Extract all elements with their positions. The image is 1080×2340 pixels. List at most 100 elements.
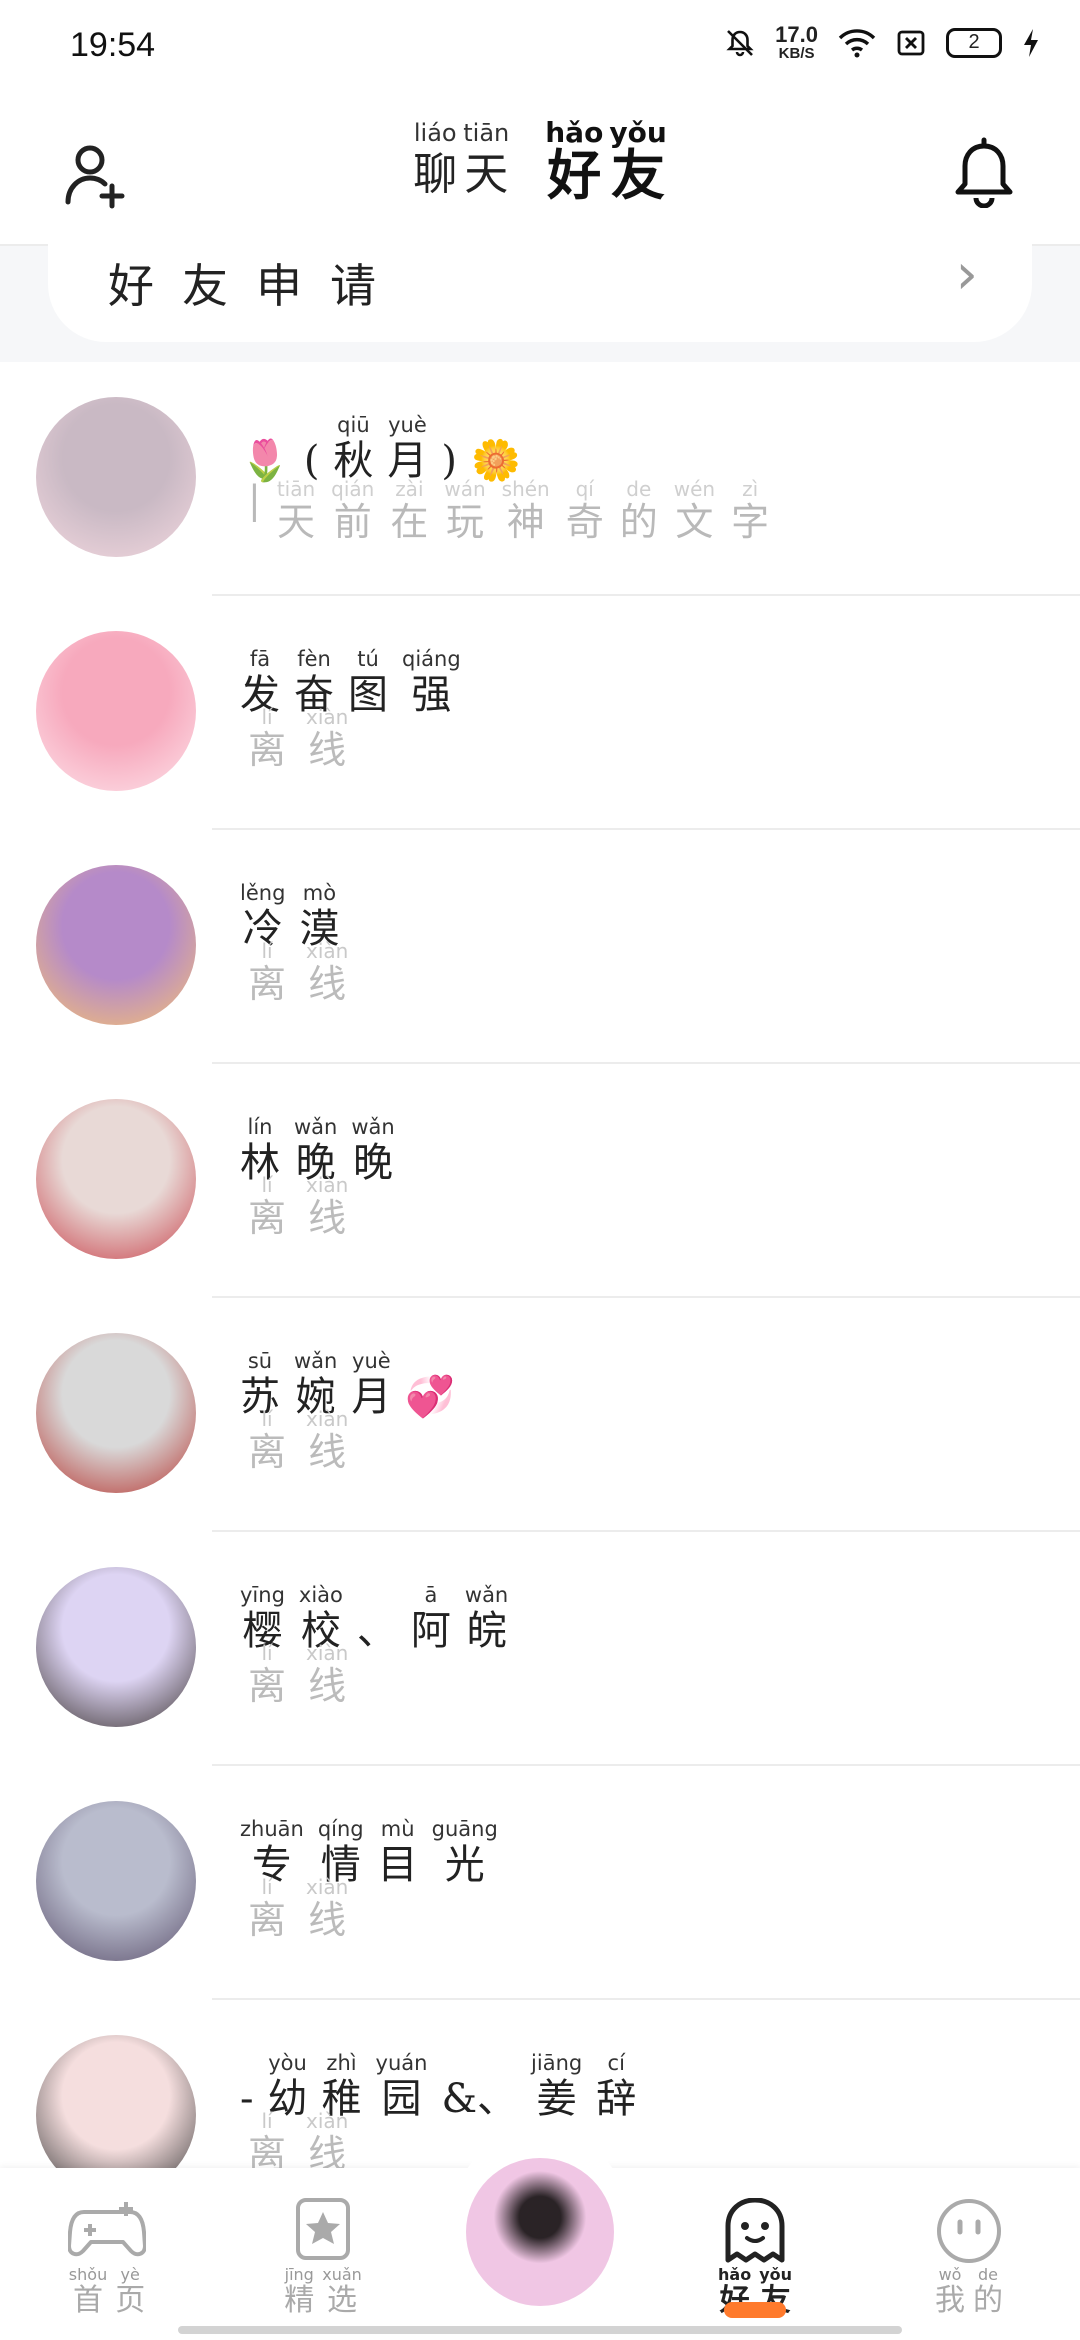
home-indicator[interactable] (178, 2326, 902, 2334)
friend-status-char: 离 (248, 962, 287, 1006)
friend-status-pinyin: zì (742, 477, 759, 501)
friend-status-char: 线 (308, 1664, 347, 1708)
friend-avatar[interactable] (36, 1801, 196, 1961)
friend-avatar[interactable] (36, 1099, 196, 1259)
friend-name-char: 图 (348, 672, 388, 718)
friend-row[interactable]: lín 林 wǎn 晚 wǎn 晚 lí 离 xiàn 线 (0, 1064, 1080, 1298)
friend-avatar[interactable] (36, 397, 196, 557)
sim-off-icon (897, 30, 925, 55)
friend-row[interactable]: yīng 樱 xiào 校、 ā 阿 wǎn 皖 lí 离 xiàn 线 (0, 1532, 1080, 1766)
friend-row[interactable]: sū 苏 wǎn 婉 yuè 月 💞 lí 离 xiàn 线 (0, 1298, 1080, 1532)
bell-icon[interactable] (952, 136, 1016, 208)
friend-row[interactable]: zhuān 专 qíng 情 mù 目 guāng 光 lí 离 xiàn 线 (0, 1766, 1080, 2000)
friend-name-pinyin: wǎn (351, 1115, 395, 1139)
friend-name-char: 皖 (466, 1608, 507, 1654)
friend-name-pinyin: yuán (375, 2051, 428, 2075)
friend-name-char: 月 (351, 1374, 392, 1420)
nav-mine[interactable]: wǒ 我 de 的 (904, 2198, 1034, 2318)
friend-status-pinyin: wén (673, 477, 716, 501)
charging-icon (1024, 28, 1038, 57)
tab-chat-char-1: 聊 (413, 149, 458, 200)
friend-name-char: &、 (441, 2076, 518, 2122)
friend-status-char: 离 (248, 1196, 287, 1240)
wifi-icon (838, 28, 876, 57)
friend-name-pinyin: qíng (317, 1817, 364, 1841)
friend-name-char: 姜 (536, 2076, 577, 2122)
tab-friends[interactable]: hǎo 好 yǒu 友 (545, 118, 667, 203)
friend-name-char: 辞 (596, 2076, 637, 2122)
nav-home-char-1: 首 (73, 2283, 103, 2318)
friend-row[interactable]: fā 发 fèn 奋 tú 图 qiáng 强 lí 离 xiàn 线 (0, 596, 1080, 830)
friend-name-pinyin: xiào (298, 1583, 343, 1607)
friend-status-char: 离 (248, 1430, 287, 1474)
name-emoji: 💞 (405, 1374, 456, 1420)
friend-name-pinyin: sū (247, 1349, 273, 1373)
battery-icon: 2 (946, 27, 1002, 58)
nav-featured-pinyin-2: xuǎn (322, 2265, 362, 2284)
friend-avatar[interactable] (36, 631, 196, 791)
nav-friends-pinyin-1: hǎo (718, 2265, 752, 2284)
friend-status-pinyin: lí (261, 1173, 273, 1197)
friend-status-char: 天 (276, 500, 315, 544)
nav-home[interactable]: shǒu 首 yè 页 (42, 2198, 172, 2318)
nav-featured[interactable]: jīng 精 xuǎn 选 (258, 2198, 388, 2318)
friend-status-pinyin: wán (444, 477, 486, 501)
friend-request-button[interactable]: 好友申请 › (48, 226, 1032, 342)
friend-status-char: 奇 (565, 500, 604, 544)
battery-level: 2 (968, 31, 980, 53)
friend-name-pinyin: yòu (268, 2051, 307, 2075)
friend-avatar[interactable] (36, 1333, 196, 1493)
friend-status: lí 离 xiàn 线 (248, 706, 348, 772)
friend-avatar[interactable] (36, 1567, 196, 1727)
friend-status-pinyin: tiān (276, 477, 316, 501)
friend-avatar[interactable] (36, 865, 196, 1025)
friend-row[interactable]: 🌷(qiū 秋 yuè 月) 🌼 | tiān 天 qián 前 zài 在 wán 玩 shén 神 qí 奇 d… (0, 362, 1080, 596)
friend-status-pinyin: lí (261, 1641, 273, 1665)
friend-name-char: 园 (381, 2076, 422, 2122)
friend-status: lí 离 xiàn 线 (248, 2110, 348, 2176)
friend-status-pinyin: xiàn (306, 2109, 349, 2133)
friend-status-char: 文 (675, 500, 714, 544)
friend-request-section: 好友申请 › (0, 226, 1080, 362)
friend-request-label: 好友申请 (108, 259, 404, 313)
tab-chat-char-2: 天 (464, 149, 509, 200)
friend-name-pinyin: qiáng (402, 647, 461, 671)
friend-list: 🌷(qiū 秋 yuè 月) 🌼 | tiān 天 qián 前 zài 在 wán 玩 shén 神 qí 奇 d… (0, 362, 1080, 2234)
nav-home-pinyin-2: yè (120, 2265, 140, 2284)
status-time: 19:54 (70, 26, 156, 64)
friend-name-pinyin: zhì (326, 2051, 357, 2075)
net-speed: 17.0 KB/S (775, 22, 818, 62)
friend-name-char: 晚 (353, 1140, 394, 1186)
friend-name-pinyin: jiāng (531, 2051, 583, 2075)
friend-name-char: 阿 (410, 1608, 451, 1654)
ghost-icon (725, 2198, 785, 2263)
friend-name-char: 强 (411, 672, 452, 718)
friend-status-pinyin: xiàn (306, 705, 349, 729)
net-speed-value: 17.0 (775, 22, 818, 47)
header-tabs: liáo 聊 tiān 天 hǎo 好 yǒu 友 (0, 118, 1080, 203)
friend-status: lí 离 xiàn 线 (248, 1408, 348, 1474)
nav-friends[interactable]: hǎo 好 yǒu 友 (690, 2198, 820, 2318)
friend-status-pinyin: lí (261, 939, 273, 963)
friend-status-char: 字 (731, 500, 770, 544)
friend-name-char: 光 (444, 1842, 485, 1888)
friend-name-pinyin: wǎn (294, 1349, 338, 1373)
friend-name-pinyin: wǎn (464, 1583, 509, 1607)
nav-home-char-2: 页 (115, 2283, 146, 2318)
center-avatar-button[interactable] (466, 2158, 614, 2306)
friend-status-pinyin: lí (261, 1875, 273, 1899)
nav-active-indicator (724, 2302, 786, 2318)
tab-chat[interactable]: liáo 聊 tiān 天 (413, 118, 509, 202)
friend-status-char: 在 (390, 500, 429, 544)
friend-status-pinyin: xiàn (306, 1641, 349, 1665)
friend-status-char: 线 (308, 962, 347, 1006)
friend-name-pinyin: tú (357, 647, 379, 671)
friend-status-pinyin: lí (261, 1407, 273, 1431)
friend-name-char: 目 (377, 1842, 418, 1888)
tab-chat-pinyin-2: tiān (463, 119, 510, 147)
friend-name-pinyin: zhuān (240, 1817, 304, 1841)
friend-name-pinyin: guāng (431, 1817, 498, 1841)
friend-row[interactable]: lěng 冷 mò 漠 lí 离 xiàn 线 (0, 830, 1080, 1064)
friend-status-pinyin: xiàn (306, 1173, 349, 1197)
friend-status-pinyin: de (626, 477, 652, 501)
